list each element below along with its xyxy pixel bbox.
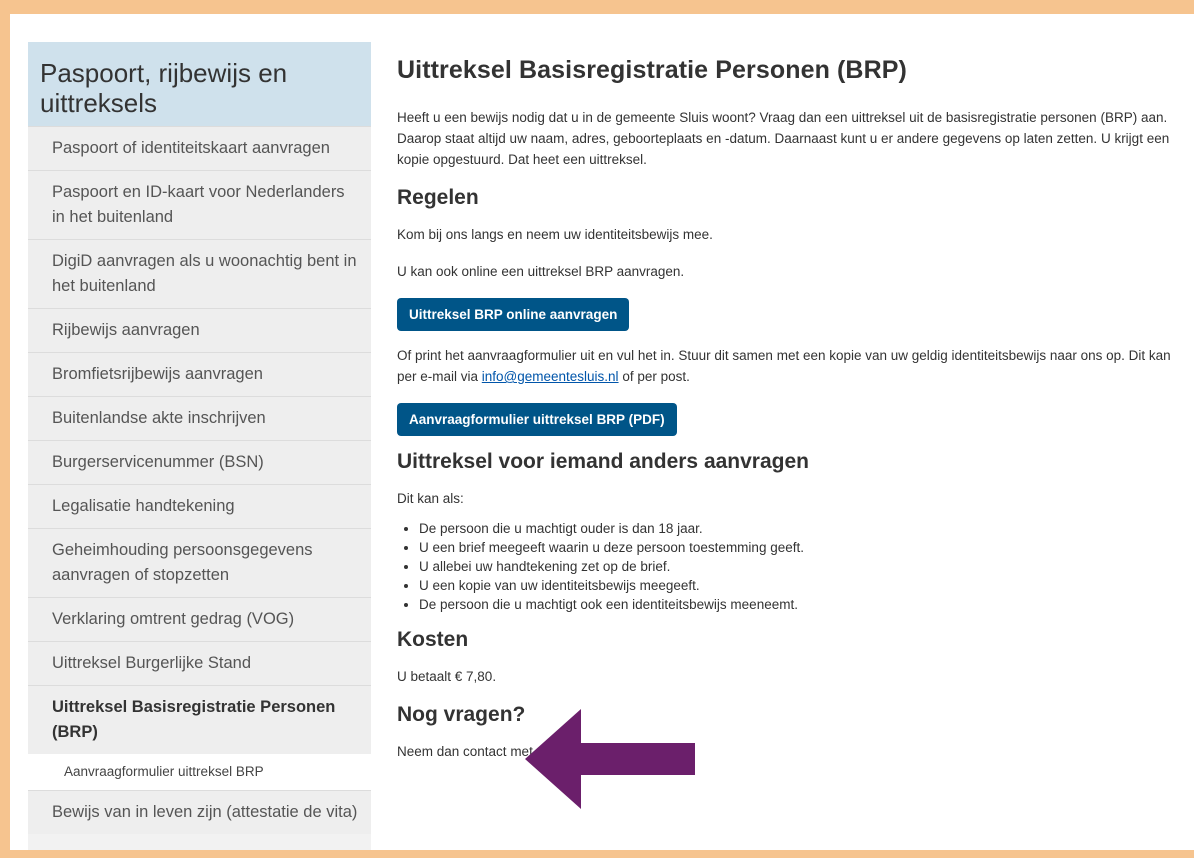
list-item: De persoon die u machtigt ouder is dan 1… (419, 519, 1187, 538)
email-link[interactable]: info@gemeentesluis.nl (482, 369, 619, 384)
sidebar-item-digid[interactable]: DigiD aanvragen als u woonachtig bent in… (28, 239, 371, 308)
sidebar-item-paspoort[interactable]: Paspoort of identiteitskaart aanvragen (28, 126, 371, 170)
print-text-after: of per post. (618, 369, 690, 384)
sidebar-item-attestatie[interactable]: Bewijs van in leven zijn (attestatie de … (28, 790, 371, 834)
vragen-text: Neem dan contact met ons op via 14 0117. (397, 744, 654, 759)
regelen-text-1: Kom bij ons langs en neem uw identiteits… (397, 227, 713, 242)
sidebar-item-geheimhouding[interactable]: Geheimhouding persoonsgegevens aanvragen… (28, 528, 371, 597)
sidebar: Paspoort, rijbewijs en uittreksels Paspo… (28, 42, 371, 850)
sidebar-title: Paspoort, rijbewijs en uittreksels (28, 42, 371, 126)
list-item: De persoon die u machtigt ook een identi… (419, 595, 1187, 614)
online-aanvragen-button[interactable]: Uittreksel BRP online aanvragen (397, 298, 630, 331)
print-text: Of print het aanvraagformulier uit en vu… (397, 345, 1187, 387)
vragen-heading: Nog vragen? (397, 703, 526, 726)
sidebar-item-vog[interactable]: Verklaring omtrent gedrag (VOG) (28, 597, 371, 641)
main-content: Uittreksel Basisregistratie Personen (BR… (397, 42, 1187, 778)
pdf-form-button[interactable]: Aanvraagformulier uittreksel BRP (PDF) (397, 403, 677, 436)
kosten-heading: Kosten (397, 628, 469, 651)
sidebar-item-paspoort-buitenland[interactable]: Paspoort en ID-kaart voor Nederlanders i… (28, 170, 371, 239)
anders-heading: Uittreksel voor iemand anders aanvragen (397, 450, 809, 473)
list-item: U een kopie van uw identiteitsbewijs mee… (419, 576, 1187, 595)
conditions-list: De persoon die u machtigt ouder is dan 1… (397, 519, 1187, 614)
list-item: U een brief meegeeft waarin u deze perso… (419, 538, 1187, 557)
page-title: Uittreksel Basisregistratie Personen (BR… (397, 56, 907, 84)
regelen-text-2: U kan ook online een uittreksel BRP aanv… (397, 264, 685, 279)
sidebar-item-legalisatie[interactable]: Legalisatie handtekening (28, 484, 371, 528)
sidebar-item-brp-active[interactable]: Uittreksel Basisregistratie Personen (BR… (28, 685, 371, 754)
sidebar-subitem-aanvraagformulier[interactable]: Aanvraagformulier uittreksel BRP (28, 754, 371, 790)
sidebar-item-bsn[interactable]: Burgerservicenummer (BSN) (28, 440, 371, 484)
arrow-left-icon (525, 709, 695, 809)
regelen-heading: Regelen (397, 186, 479, 209)
sidebar-item-burgerlijke-stand[interactable]: Uittreksel Burgerlijke Stand (28, 641, 371, 685)
sidebar-item-akte[interactable]: Buitenlandse akte inschrijven (28, 396, 371, 440)
kosten-text: U betaalt € 7,80. (397, 669, 497, 684)
page-frame: Paspoort, rijbewijs en uittreksels Paspo… (10, 14, 1194, 850)
intro-text: Heeft u een bewijs nodig dat u in de gem… (397, 110, 1170, 167)
sidebar-item-bromfiets[interactable]: Bromfietsrijbewijs aanvragen (28, 352, 371, 396)
sidebar-item-rijbewijs[interactable]: Rijbewijs aanvragen (28, 308, 371, 352)
list-item: U allebei uw handtekening zet op de brie… (419, 557, 1187, 576)
anders-intro: Dit kan als: (397, 491, 464, 506)
